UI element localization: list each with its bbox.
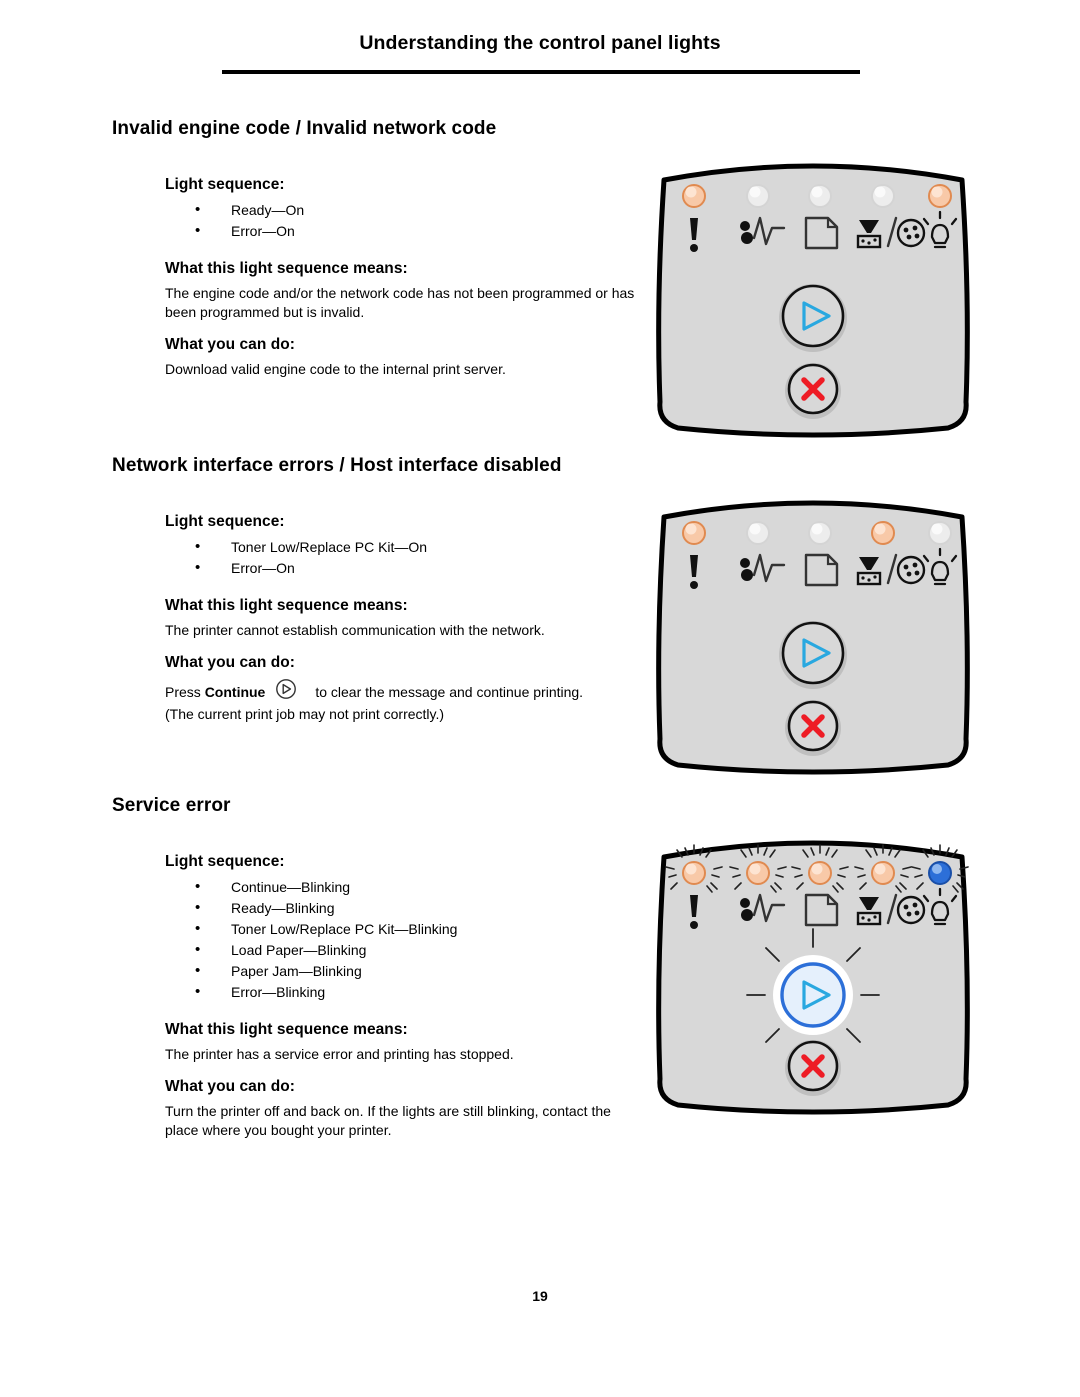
can-do-label: What you can do: bbox=[165, 1078, 295, 1095]
means-label: What this light sequence means: bbox=[165, 1021, 408, 1038]
led-load-paper bbox=[808, 184, 832, 208]
cancel-button[interactable] bbox=[785, 700, 841, 756]
light-sequence-list: Ready—On Error—On bbox=[165, 199, 635, 242]
list-item: Error—Blinking bbox=[165, 981, 635, 1003]
light-sequence-list: Toner Low/Replace PC Kit—On Error—On bbox=[165, 536, 635, 579]
page-header: Understanding the control panel lights bbox=[0, 32, 1080, 55]
led-paper-jam bbox=[746, 521, 770, 545]
cancel-button[interactable] bbox=[785, 363, 841, 419]
page-title: Understanding the control panel lights bbox=[359, 32, 721, 54]
section-text-column: Light sequence: Ready—On Error—On What t… bbox=[165, 176, 635, 379]
can-do-label: What you can do: bbox=[165, 654, 295, 671]
list-item: Toner Low/Replace PC Kit—On bbox=[165, 536, 635, 558]
led-toner-low bbox=[871, 521, 895, 545]
section-text-column: Light sequence: Continue—Blinking Ready—… bbox=[165, 853, 635, 1140]
can-do-text: Press Continue to clear the message and … bbox=[165, 678, 635, 705]
list-item: Toner Low/Replace PC Kit—Blinking bbox=[165, 918, 635, 940]
continue-button[interactable] bbox=[779, 621, 847, 689]
can-do-text: Turn the printer off and back on. If the… bbox=[165, 1103, 611, 1138]
led-error bbox=[682, 521, 706, 545]
section-heading: Service error bbox=[112, 795, 231, 816]
list-item: Continue—Blinking bbox=[165, 876, 635, 898]
section-text-column: Light sequence: Toner Low/Replace PC Kit… bbox=[165, 513, 635, 724]
light-sequence-label: Light sequence: bbox=[165, 513, 285, 530]
list-item: Ready—On bbox=[165, 199, 635, 221]
list-item: Load Paper—Blinking bbox=[165, 939, 635, 961]
press-suffix: to clear the message and continue printi… bbox=[315, 684, 584, 700]
led-load-paper bbox=[808, 521, 832, 545]
continue-icon bbox=[275, 678, 297, 705]
control-panel-diagram-3 bbox=[648, 817, 978, 1117]
section-heading: Network interface errors / Host interfac… bbox=[112, 455, 562, 476]
can-do-text-line2: (The current print job may not print cor… bbox=[165, 706, 445, 722]
list-item: Error—On bbox=[165, 220, 635, 242]
means-label: What this light sequence means: bbox=[165, 260, 408, 277]
page-number: 19 bbox=[532, 1288, 548, 1304]
list-item: Error—On bbox=[165, 557, 635, 579]
can-do-label: What you can do: bbox=[165, 336, 295, 353]
continue-word: Continue bbox=[204, 684, 266, 700]
section-heading: Invalid engine code / Invalid network co… bbox=[112, 118, 497, 139]
led-paper-jam bbox=[746, 184, 770, 208]
list-item: Paper Jam—Blinking bbox=[165, 960, 635, 982]
led-ready bbox=[928, 521, 952, 545]
continue-button[interactable] bbox=[779, 284, 847, 352]
control-panel-diagram-2 bbox=[648, 477, 978, 777]
light-sequence-label: Light sequence: bbox=[165, 176, 285, 193]
list-item: Ready—Blinking bbox=[165, 897, 635, 919]
means-text: The engine code and/or the network code … bbox=[165, 285, 635, 320]
light-sequence-label: Light sequence: bbox=[165, 853, 285, 870]
press-prefix: Press bbox=[165, 684, 205, 700]
led-toner-low bbox=[871, 184, 895, 208]
means-text: The printer has a service error and prin… bbox=[165, 1046, 514, 1062]
led-ready bbox=[928, 184, 952, 208]
can-do-text: Download valid engine code to the intern… bbox=[165, 361, 506, 377]
header-divider bbox=[222, 70, 860, 74]
control-panel-diagram-1 bbox=[648, 140, 978, 440]
cancel-button[interactable] bbox=[785, 1040, 841, 1096]
light-sequence-list: Continue—Blinking Ready—Blinking Toner L… bbox=[165, 876, 635, 1003]
means-text: The printer cannot establish communicati… bbox=[165, 622, 545, 638]
led-error bbox=[682, 184, 706, 208]
means-label: What this light sequence means: bbox=[165, 597, 408, 614]
